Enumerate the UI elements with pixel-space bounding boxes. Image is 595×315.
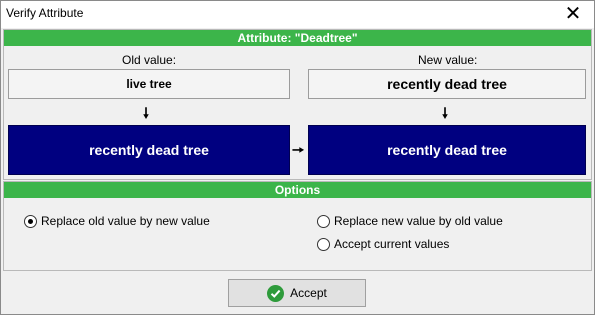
right-arrow-icon: 🠖 bbox=[292, 142, 305, 158]
down-arrow-icon: 🠗 bbox=[143, 105, 150, 121]
down-arrow-icon: 🠗 bbox=[442, 105, 449, 121]
radio-circle[interactable] bbox=[24, 214, 37, 228]
accept-label: Accept bbox=[290, 286, 327, 300]
radio-circle[interactable] bbox=[317, 214, 330, 228]
radio-label: Accept current values bbox=[334, 237, 450, 251]
new-value-label: New value: bbox=[418, 53, 478, 67]
title-bar: Verify Attribute ✕ bbox=[0, 0, 595, 28]
radio-circle[interactable] bbox=[317, 237, 330, 251]
checkmark-icon bbox=[267, 284, 285, 302]
close-icon[interactable]: ✕ bbox=[551, 0, 595, 28]
new-value-field: recently dead tree bbox=[308, 69, 586, 99]
accept-button[interactable]: Accept bbox=[228, 279, 366, 307]
radio-label: Replace new value by old value bbox=[334, 214, 503, 228]
result-box-left: recently dead tree bbox=[8, 125, 290, 175]
radio-replace-old[interactable]: Replace old value by new value bbox=[24, 214, 210, 228]
window-title: Verify Attribute bbox=[6, 6, 84, 20]
result-box-right: recently dead tree bbox=[308, 125, 586, 175]
options-header: Options bbox=[4, 182, 591, 198]
radio-selected-dot bbox=[28, 218, 33, 224]
radio-replace-new[interactable]: Replace new value by old value bbox=[317, 214, 503, 228]
old-value-label: Old value: bbox=[122, 53, 177, 67]
attribute-header: Attribute: "Deadtree" bbox=[4, 30, 591, 46]
radio-label: Replace old value by new value bbox=[41, 214, 210, 228]
radio-accept-current[interactable]: Accept current values bbox=[317, 237, 449, 251]
old-value-field: live tree bbox=[8, 69, 290, 99]
